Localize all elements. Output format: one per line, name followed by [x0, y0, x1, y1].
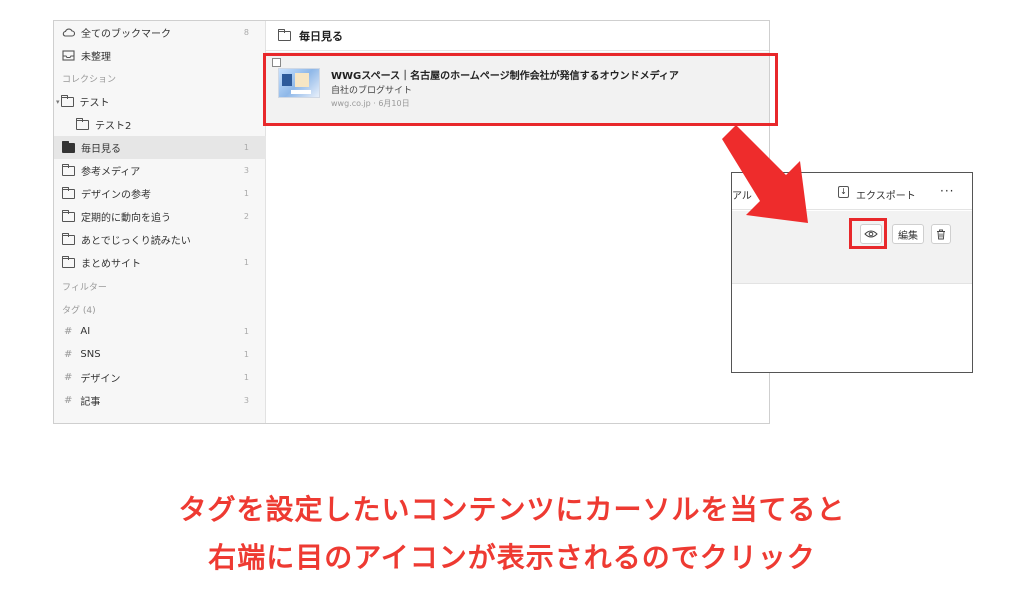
folder-icon	[62, 233, 75, 245]
sidebar-item-label: AI	[80, 326, 91, 337]
folder-icon	[62, 187, 75, 199]
sidebar-item-collection-active[interactable]: 毎日見る 1	[54, 136, 266, 159]
sidebar-item-label: 記事	[80, 397, 101, 408]
sidebar-item-collection[interactable]: デザインの参考 1	[54, 182, 266, 205]
sidebar-item-collection[interactable]: テスト2	[54, 113, 266, 136]
sidebar-item-label: テスト2	[95, 121, 132, 132]
filters-heading: フィルター	[62, 283, 107, 293]
folder-icon	[62, 256, 75, 268]
arrow-pointer-icon	[722, 125, 808, 223]
sidebar-item-count: 3	[243, 166, 249, 175]
hash-icon: #	[64, 395, 73, 406]
sidebar-item-label: 定期的に動向を追う	[81, 213, 171, 224]
more-options-button[interactable]: ···	[940, 184, 954, 198]
folder-icon	[62, 210, 75, 222]
sidebar-item-label: まとめサイト	[81, 259, 141, 270]
sidebar-item-count: 2	[243, 212, 249, 221]
folder-icon	[278, 28, 291, 41]
sidebar-item-label: デザイン	[80, 374, 121, 385]
page-title: 毎日見る	[299, 29, 343, 43]
sidebar-item-count: 8	[243, 28, 249, 37]
sidebar-item-collection[interactable]: ▾ テスト	[54, 90, 266, 113]
folder-icon	[60, 95, 74, 107]
cloud-icon	[62, 27, 76, 38]
highlight-box-eye	[849, 218, 887, 249]
caption-line-2: 右端に目のアイコンが表示されるのでクリック	[208, 541, 816, 574]
sidebar-item-count: 1	[243, 373, 249, 382]
sidebar-item-count: 1	[243, 143, 249, 152]
sidebar: 全てのブックマーク 8 未整理 コレクション ▾ テスト テスト2 毎日見る 1…	[54, 21, 266, 423]
sidebar-item-label: 参考メディア	[81, 167, 141, 178]
highlight-box-bookmark	[263, 53, 778, 126]
sidebar-item-label: デザインの参考	[81, 190, 151, 201]
edit-button[interactable]: 編集	[892, 224, 924, 244]
hash-icon: #	[64, 326, 73, 337]
sidebar-item-tag[interactable]: # SNS 1	[54, 343, 266, 366]
sidebar-item-count: 3	[243, 396, 249, 405]
collections-heading: コレクション	[62, 75, 117, 85]
sidebar-item-label: SNS	[80, 349, 101, 360]
sidebar-item-collection[interactable]: 定期的に動向を追う 2	[54, 205, 266, 228]
sidebar-item-label: 未整理	[81, 52, 111, 63]
inbox-icon	[62, 50, 75, 61]
hash-icon: #	[64, 372, 73, 383]
sidebar-item-count: 1	[243, 189, 249, 198]
content-header: 毎日見る	[266, 21, 769, 51]
sidebar-item-label: テスト	[79, 98, 110, 109]
chevron-down-icon[interactable]: ▾	[56, 98, 60, 106]
sidebar-item-count: 1	[243, 350, 249, 359]
hash-icon: #	[64, 349, 73, 360]
folder-icon	[76, 118, 89, 130]
sidebar-item-all-bookmarks[interactable]: 全てのブックマーク 8	[54, 21, 266, 44]
delete-button[interactable]	[931, 224, 951, 244]
sidebar-item-tag[interactable]: # デザイン 1	[54, 366, 266, 389]
folder-filled-icon	[62, 141, 75, 153]
sidebar-item-label: あとでじっくり読みたい	[81, 236, 191, 247]
sidebar-item-unsorted[interactable]: 未整理	[54, 44, 266, 67]
export-button[interactable]: エクスポート	[856, 187, 916, 202]
sidebar-item-label: 全てのブックマーク	[81, 29, 171, 40]
sidebar-item-tag[interactable]: # AI 1	[54, 320, 266, 343]
sidebar-item-collection[interactable]: あとでじっくり読みたい	[54, 228, 266, 251]
trash-icon	[937, 229, 945, 239]
sidebar-item-count: 1	[243, 327, 249, 336]
sidebar-item-collection[interactable]: 参考メディア 3	[54, 159, 266, 182]
sidebar-item-collection[interactable]: まとめサイト 1	[54, 251, 266, 274]
export-icon[interactable]: ↓	[838, 186, 849, 198]
sidebar-item-count: 1	[243, 258, 249, 267]
sidebar-item-label: 毎日見る	[81, 144, 121, 155]
tags-heading: タグ (4)	[62, 306, 96, 316]
sidebar-item-tag[interactable]: # 記事 3	[54, 389, 266, 412]
folder-icon	[62, 164, 75, 176]
caption-line-1: タグを設定したいコンテンツにカーソルを当てると	[178, 493, 846, 526]
